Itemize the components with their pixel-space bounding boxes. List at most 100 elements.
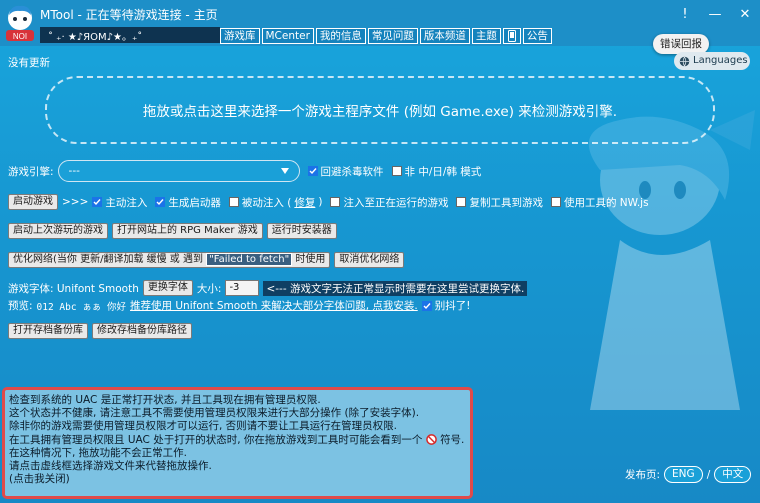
use-nwjs-checkbox[interactable] <box>550 197 561 207</box>
launch-buttons-row: 启动上次游玩的游戏 打开网站上的 RPG Maker 游戏 运行时安装器 <box>8 223 337 239</box>
tab-mcenter[interactable]: MCenter <box>261 28 314 44</box>
copy-tool-checkbox[interactable] <box>456 197 467 207</box>
notice-line: 除非你的游戏需要使用管理员权限才可以运行, 否则请不要让工具运行在管理员权限. <box>9 420 398 433</box>
active-inject-option[interactable]: 主动注入 <box>92 195 147 210</box>
font-row: 游戏字体: Unifont Smooth 更换字体 大小: -3 <--- 游戏… <box>8 280 528 296</box>
alert-button[interactable]: ! <box>670 0 700 28</box>
shake-label: 别抖了! <box>434 300 471 312</box>
character-decoration-icon <box>588 110 755 410</box>
notice-close-hint[interactable]: (点击我关闭) <box>9 473 466 486</box>
library-row: 打开存档备份库 修改存档备份库路径 <box>8 323 192 339</box>
active-inject-checkbox[interactable] <box>92 197 103 207</box>
use-nwjs-option[interactable]: 使用工具的 NW.js <box>550 195 649 210</box>
open-rpg-button[interactable]: 打开网站上的 RPG Maker 游戏 <box>112 223 263 239</box>
preview-label: 预览: <box>8 300 33 312</box>
gen-launcher-checkbox[interactable] <box>155 197 166 207</box>
passive-inject-suffix: ) <box>318 196 323 208</box>
font-size-input[interactable]: -3 <box>225 280 260 296</box>
open-library-button[interactable]: 打开存档备份库 <box>8 323 88 339</box>
tab-theme[interactable]: 主题 <box>471 28 501 44</box>
preview-sample: 012 Abc ぁぁ 你好 <box>36 301 127 313</box>
languages-button[interactable]: Languages <box>674 52 750 70</box>
title-bar[interactable]: NOI MTool - 正在等待游戏连接 - 主页 ˚ ₊‧ ★♪ЯOM♪★。₊… <box>0 0 760 46</box>
non-cjk-option[interactable]: 非 中/日/韩 模式 <box>391 164 482 179</box>
gen-launcher-label: 生成启动器 <box>168 196 221 209</box>
last-game-button[interactable]: 启动上次游玩的游戏 <box>8 223 108 239</box>
inject-running-label: 注入至正在运行的游戏 <box>343 196 449 209</box>
tab-version-channel[interactable]: 版本频道 <box>419 28 470 44</box>
update-status: 没有更新 <box>8 57 50 69</box>
dropzone-text: 拖放或点击这里来选择一个游戏主程序文件 (例如 Game.exe) 来检测游戏引… <box>142 104 618 120</box>
shake-option[interactable]: 别抖了! <box>421 298 471 313</box>
publish-page-links: 发布页: ENG / 中文 <box>625 466 752 483</box>
inject-running-option[interactable]: 注入至正在运行的游戏 <box>330 195 448 210</box>
app-window: NOI MTool - 正在等待游戏连接 - 主页 ˚ ₊‧ ★♪ЯOM♪★。₊… <box>0 0 760 503</box>
tab-announcement[interactable]: 公告 <box>522 28 552 44</box>
engine-selected: --- <box>68 165 80 177</box>
notice-line: 检查到系统的 UAC 是正常打开状态, 并且工具现在拥有管理员权限. <box>9 394 321 406</box>
tab-faq[interactable]: 常见问题 <box>367 28 418 44</box>
publish-eng-button[interactable]: ENG <box>664 466 703 483</box>
svg-text:NOI: NOI <box>13 32 27 41</box>
antivirus-option[interactable]: 回避杀毒软件 <box>307 164 384 179</box>
uac-notice[interactable]: 检查到系统的 UAC 是正常打开状态, 并且工具现在拥有管理员权限. 这个状态并… <box>2 387 473 499</box>
non-cjk-label: 非 中/日/韩 模式 <box>404 165 482 178</box>
change-font-button[interactable]: 更换字体 <box>142 280 193 296</box>
error-report-tooltip: 错误回报 <box>653 34 709 54</box>
game-dropzone[interactable]: 拖放或点击这里来选择一个游戏主程序文件 (例如 Game.exe) 来检测游戏引… <box>45 76 715 144</box>
tab-my-info[interactable]: 我的信息 <box>315 28 366 44</box>
window-title: MTool - 正在等待游戏连接 - 主页 <box>40 8 218 22</box>
optimize-suffix: 时使用 <box>295 254 326 265</box>
engine-label: 游戏引擎: <box>8 165 54 178</box>
prohibited-icon <box>425 433 437 445</box>
app-logo-icon: NOI <box>6 5 34 41</box>
use-nwjs-label: 使用工具的 NW.js <box>563 196 649 209</box>
close-button[interactable]: ✕ <box>730 0 760 28</box>
minimize-button[interactable]: — <box>700 0 730 28</box>
gen-launcher-option[interactable]: 生成启动器 <box>155 195 221 210</box>
phone-icon <box>507 30 516 42</box>
non-cjk-checkbox[interactable] <box>391 166 402 176</box>
notice-line: 在这种情况下, 拖放功能不会正常工作. <box>9 446 188 459</box>
languages-label: Languages <box>693 55 748 66</box>
engine-row: 游戏引擎: --- 回避杀毒软件 非 中/日/韩 模式 <box>8 160 485 182</box>
inject-running-checkbox[interactable] <box>330 197 341 207</box>
notice-line: 在工具拥有管理员权限且 UAC 处于打开的状态时, 你在拖放游戏到工具时可能会看… <box>9 433 465 446</box>
shake-checkbox[interactable] <box>421 300 432 311</box>
engine-select[interactable]: --- <box>57 160 300 182</box>
start-row: 启动游戏 >>> 主动注入 生成启动器 被动注入 (修复) 注入至正在运行的游戏… <box>8 194 653 210</box>
optimize-network-button[interactable]: 优化网络(当你 更新/翻译加载 缓慢 或 遇到 "Failed to fetch… <box>8 252 331 268</box>
antivirus-checkbox[interactable] <box>307 166 318 176</box>
runtime-installer-button[interactable]: 运行时安装器 <box>266 223 337 239</box>
start-game-button[interactable]: 启动游戏 <box>8 194 58 210</box>
tab-game-library[interactable]: 游戏库 <box>220 28 260 44</box>
copy-tool-label: 复制工具到游戏 <box>469 196 543 209</box>
failed-fetch-text: "Failed to fetch" <box>206 253 293 266</box>
preview-row: 预览: 012 Abc ぁぁ 你好 推荐使用 Unifont Smooth 来解… <box>8 298 474 313</box>
publish-separator: / <box>706 468 711 481</box>
optimize-prefix: 优化网络(当你 更新/翻译加载 缓慢 或 遇到 <box>13 254 203 265</box>
change-library-path-button[interactable]: 修改存档备份库路径 <box>92 323 192 339</box>
chevron-down-icon <box>280 168 289 174</box>
globe-icon <box>679 56 690 67</box>
copy-tool-option[interactable]: 复制工具到游戏 <box>456 195 543 210</box>
cancel-optimize-button[interactable]: 取消优化网络 <box>334 252 405 268</box>
publish-cn-button[interactable]: 中文 <box>714 466 752 483</box>
font-label: 游戏字体: Unifont Smooth <box>8 282 139 295</box>
font-hint: <--- 游戏文字无法正常显示时需要在这里尝试更换字体. <box>263 280 528 296</box>
marquee-banner: ˚ ₊‧ ★♪ЯOM♪★。₊˚ <box>40 27 220 43</box>
size-label: 大小: <box>196 282 222 295</box>
install-font-link[interactable]: 推荐使用 Unifont Smooth 来解决大部分字体问题, 点我安装. <box>130 298 418 313</box>
antivirus-label: 回避杀毒软件 <box>320 165 384 178</box>
passive-inject-checkbox[interactable] <box>228 197 239 207</box>
passive-inject-option[interactable]: 被动注入 (修复) <box>228 195 323 210</box>
passive-inject-prefix: 被动注入 ( <box>241 196 292 209</box>
network-row: 优化网络(当你 更新/翻译加载 缓慢 或 遇到 "Failed to fetch… <box>8 252 405 268</box>
tab-device[interactable] <box>502 28 521 44</box>
publish-label: 发布页: <box>625 469 661 481</box>
arrows-text: >>> <box>62 196 89 208</box>
active-inject-label: 主动注入 <box>105 196 148 209</box>
notice-line: 这个状态并不健康, 请注意工具不需要使用管理员权限来进行大部分操作 (除了安装字… <box>9 407 420 420</box>
tab-bar: 游戏库 MCenter 我的信息 常见问题 版本频道 主题 公告 <box>220 28 552 45</box>
repair-link[interactable]: 修复 <box>294 195 315 210</box>
